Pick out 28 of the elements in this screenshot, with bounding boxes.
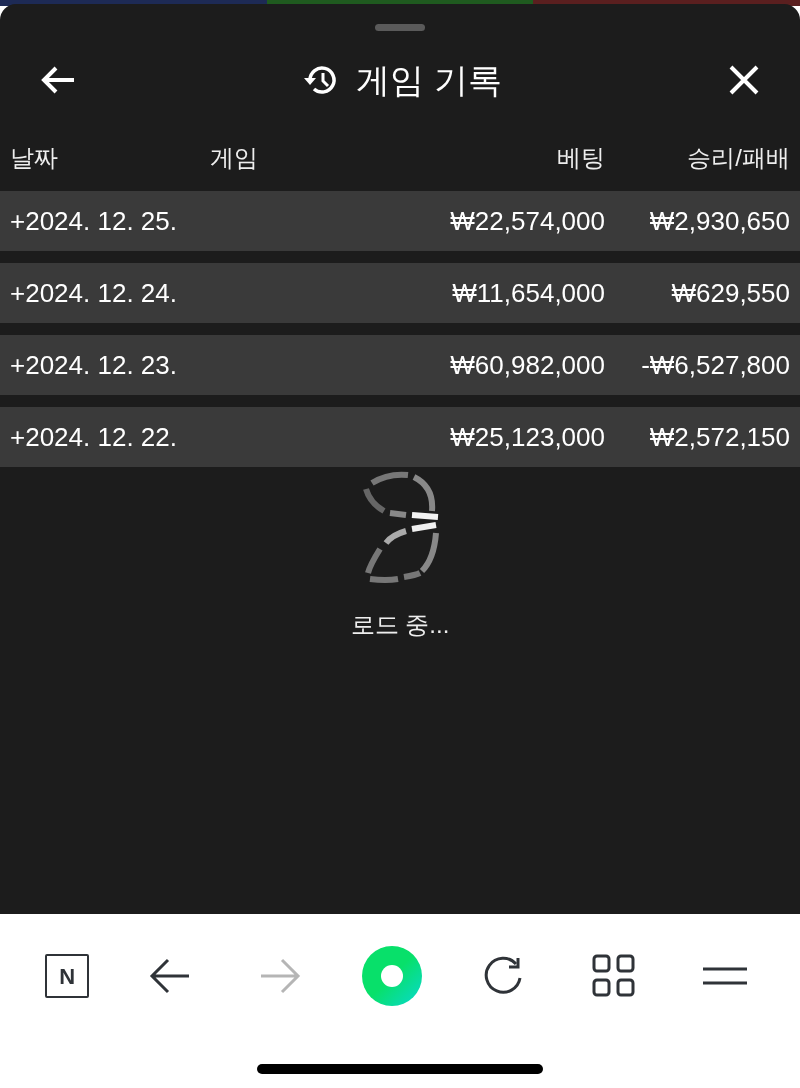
table-cell-text: ₩25,123,000 — [449, 420, 605, 454]
table-cell-text: -₩6,527,800 — [640, 348, 790, 382]
window-title: 게임 기록 — [356, 59, 502, 101]
back-arrow-icon[interactable] — [148, 957, 191, 995]
history-row[interactable]: +2024. 12. 22. ₩25,123,000 ₩2,572,150 — [0, 407, 800, 467]
table-cell-text: +2024. 12. 24. — [10, 276, 178, 310]
menu-icon[interactable] — [701, 966, 748, 986]
table-cell-text: +2024. 12. 25. — [10, 204, 178, 238]
table-cell-text: ₩2,572,150 — [648, 420, 790, 454]
table-cell-text: ₩22,574,000 — [449, 204, 605, 238]
table-cell-text: ₩60,982,000 — [449, 348, 605, 382]
drag-handle[interactable] — [375, 24, 425, 31]
table-cell-text: ₩629,550 — [670, 276, 790, 310]
history-row[interactable]: +2024. 12. 23. ₩60,982,000 -₩6,527,800 — [0, 335, 800, 395]
history-row[interactable]: +2024. 12. 24. ₩11,654,000 ₩629,550 — [0, 263, 800, 323]
browser-logo-button[interactable]: N — [45, 954, 90, 998]
column-header: 날짜 — [10, 143, 59, 173]
table-cell-text: +2024. 12. 22. — [10, 420, 178, 454]
table-cell-text: +2024. 12. 23. — [10, 348, 178, 382]
grid-icon[interactable] — [592, 954, 637, 998]
column-header: 베팅 — [556, 143, 605, 173]
table-cell-text: ₩2,930,650 — [648, 204, 790, 238]
table-cell-text: ₩11,654,000 — [451, 276, 605, 310]
column-header: 게임 — [210, 143, 259, 173]
close-icon[interactable] — [728, 64, 760, 96]
column-header: 승리/패배 — [686, 143, 790, 173]
loading-text: 로드 중... — [350, 610, 450, 640]
history-row[interactable]: +2024. 12. 25. ₩22,574,000 ₩2,930,650 — [0, 191, 800, 251]
